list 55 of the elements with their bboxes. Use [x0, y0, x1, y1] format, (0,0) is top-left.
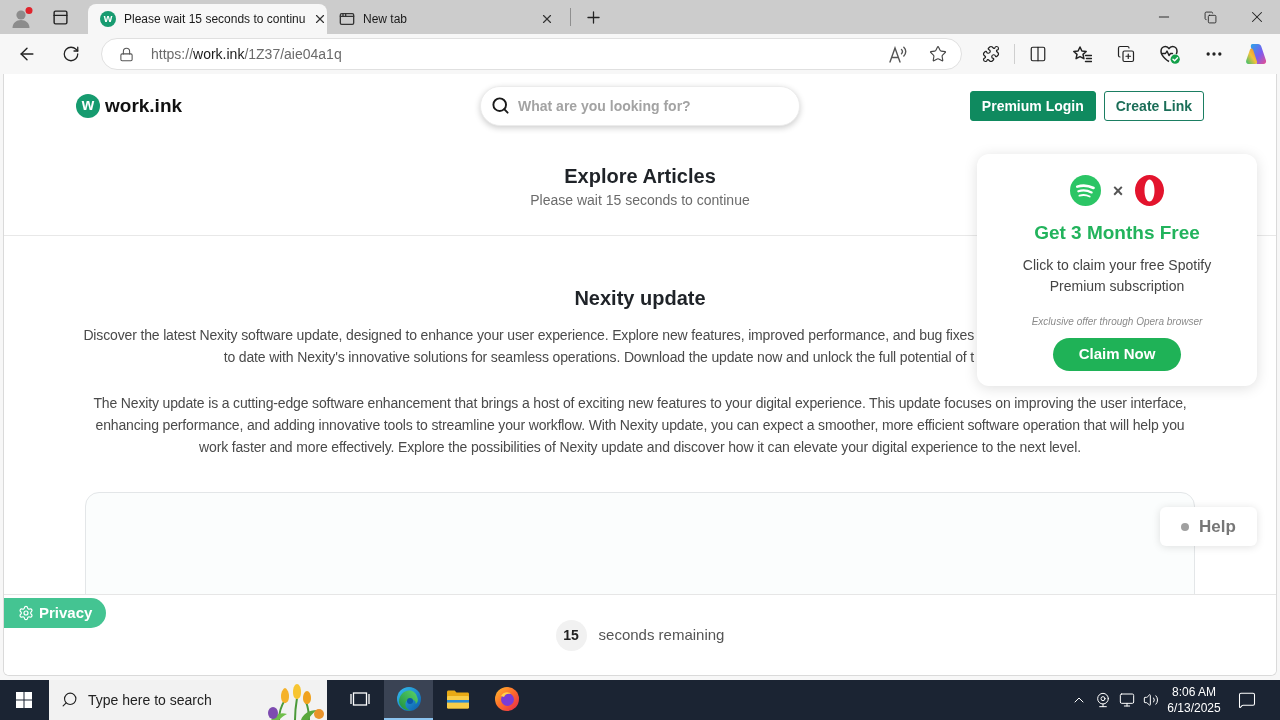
star-icon[interactable] [929, 45, 947, 63]
restore-icon[interactable] [1203, 10, 1217, 24]
separator-symbol: × [1112, 181, 1124, 200]
lock-icon[interactable] [119, 46, 134, 62]
globe-logo-icon [494, 687, 519, 711]
notification-icon[interactable] [1238, 691, 1256, 709]
puzzle-icon[interactable] [982, 45, 1000, 63]
clock-date[interactable]: 6/13/2025 [1167, 700, 1221, 716]
wave-logo-icon [396, 687, 421, 711]
article-paragraph: Discover the latest Nexity software update, designed to enhance your user experience. Explore new features, improved performance, and bug fixes to date with Nexity's innovative solutions for seamless operations. Download the update now and unlock the full potential of t [83, 326, 974, 367]
help-button[interactable]: Help [1160, 507, 1257, 546]
promo-note: Exclusive offer through Opera browser [1031, 315, 1203, 329]
header-button[interactable]: Create Link [1103, 91, 1204, 121]
refresh-icon[interactable] [62, 45, 80, 63]
folder-icon [445, 689, 470, 709]
search-field[interactable]: What are you looking for? [480, 86, 800, 126]
panels-icon [349, 691, 370, 707]
logo-mark: w [76, 94, 100, 118]
article-title: Nexity update [574, 286, 706, 311]
countdown-number: 15 [555, 619, 587, 651]
favicon-logo: w [100, 11, 116, 27]
article-paragraph: The Nexity update is a cutting-edge software enhancement that brings a host of exciting new features to your digital experience. This update focuses on improving the user interface, enhancing performance, and adding innovative tools to streamline your workflow. With Nexity update, you can expect a smoother, more efficient software operation that will help you work faster and more effectively. Explore the possibilities of Nexity update and discover how it can elevate your digital experience to the next level. [93, 394, 1187, 457]
close-icon[interactable] [540, 12, 554, 26]
sound-waves-logo-icon [1069, 175, 1101, 206]
taskbar-search-field[interactable]: Type here to search [49, 680, 327, 720]
panel-icon[interactable] [51, 8, 69, 26]
start-icon[interactable] [16, 692, 32, 708]
header-button[interactable]: Premium Login [969, 91, 1096, 121]
app-logo-icon[interactable] [1245, 43, 1267, 65]
monitor-icon[interactable] [1119, 692, 1135, 708]
columns-icon[interactable] [1029, 45, 1047, 63]
search-icon [491, 96, 510, 115]
search-icon [61, 691, 78, 708]
url-text: https://work.ink/1Z37/aie04a1q [151, 44, 342, 64]
countdown-label: seconds remaining [598, 624, 725, 645]
star-list-icon[interactable] [1072, 45, 1092, 63]
profile-avatar-icon[interactable] [11, 6, 33, 28]
ring-logo-icon [1135, 175, 1165, 206]
settings-icon [18, 605, 34, 621]
promo-title: Get 3 Months Free [1034, 221, 1200, 245]
window-icon [339, 11, 355, 27]
webcam-icon[interactable] [1095, 692, 1111, 708]
promo-text: Click to claim your free Spotify Premium subscription [1021, 256, 1213, 296]
page-subtitle: Please wait 15 seconds to continue [530, 191, 750, 210]
address-bar[interactable]: https://work.ink/1Z37/aie04a1q [101, 38, 962, 70]
copy-plus-icon[interactable] [1117, 45, 1135, 63]
browser-tab[interactable]: New tab [327, 4, 566, 34]
taskbar-app-button[interactable] [384, 680, 433, 720]
heart-pulse-icon[interactable] [1160, 44, 1180, 64]
volume-icon[interactable] [1143, 692, 1159, 708]
logo-text: work.ink [105, 94, 183, 118]
browser-tab[interactable]: w Please wait 15 seconds to continu [88, 4, 327, 34]
clock-time[interactable]: 8:06 AM [1172, 684, 1216, 700]
read-aloud-icon[interactable] [889, 45, 907, 63]
page-title: Explore Articles [564, 164, 716, 189]
